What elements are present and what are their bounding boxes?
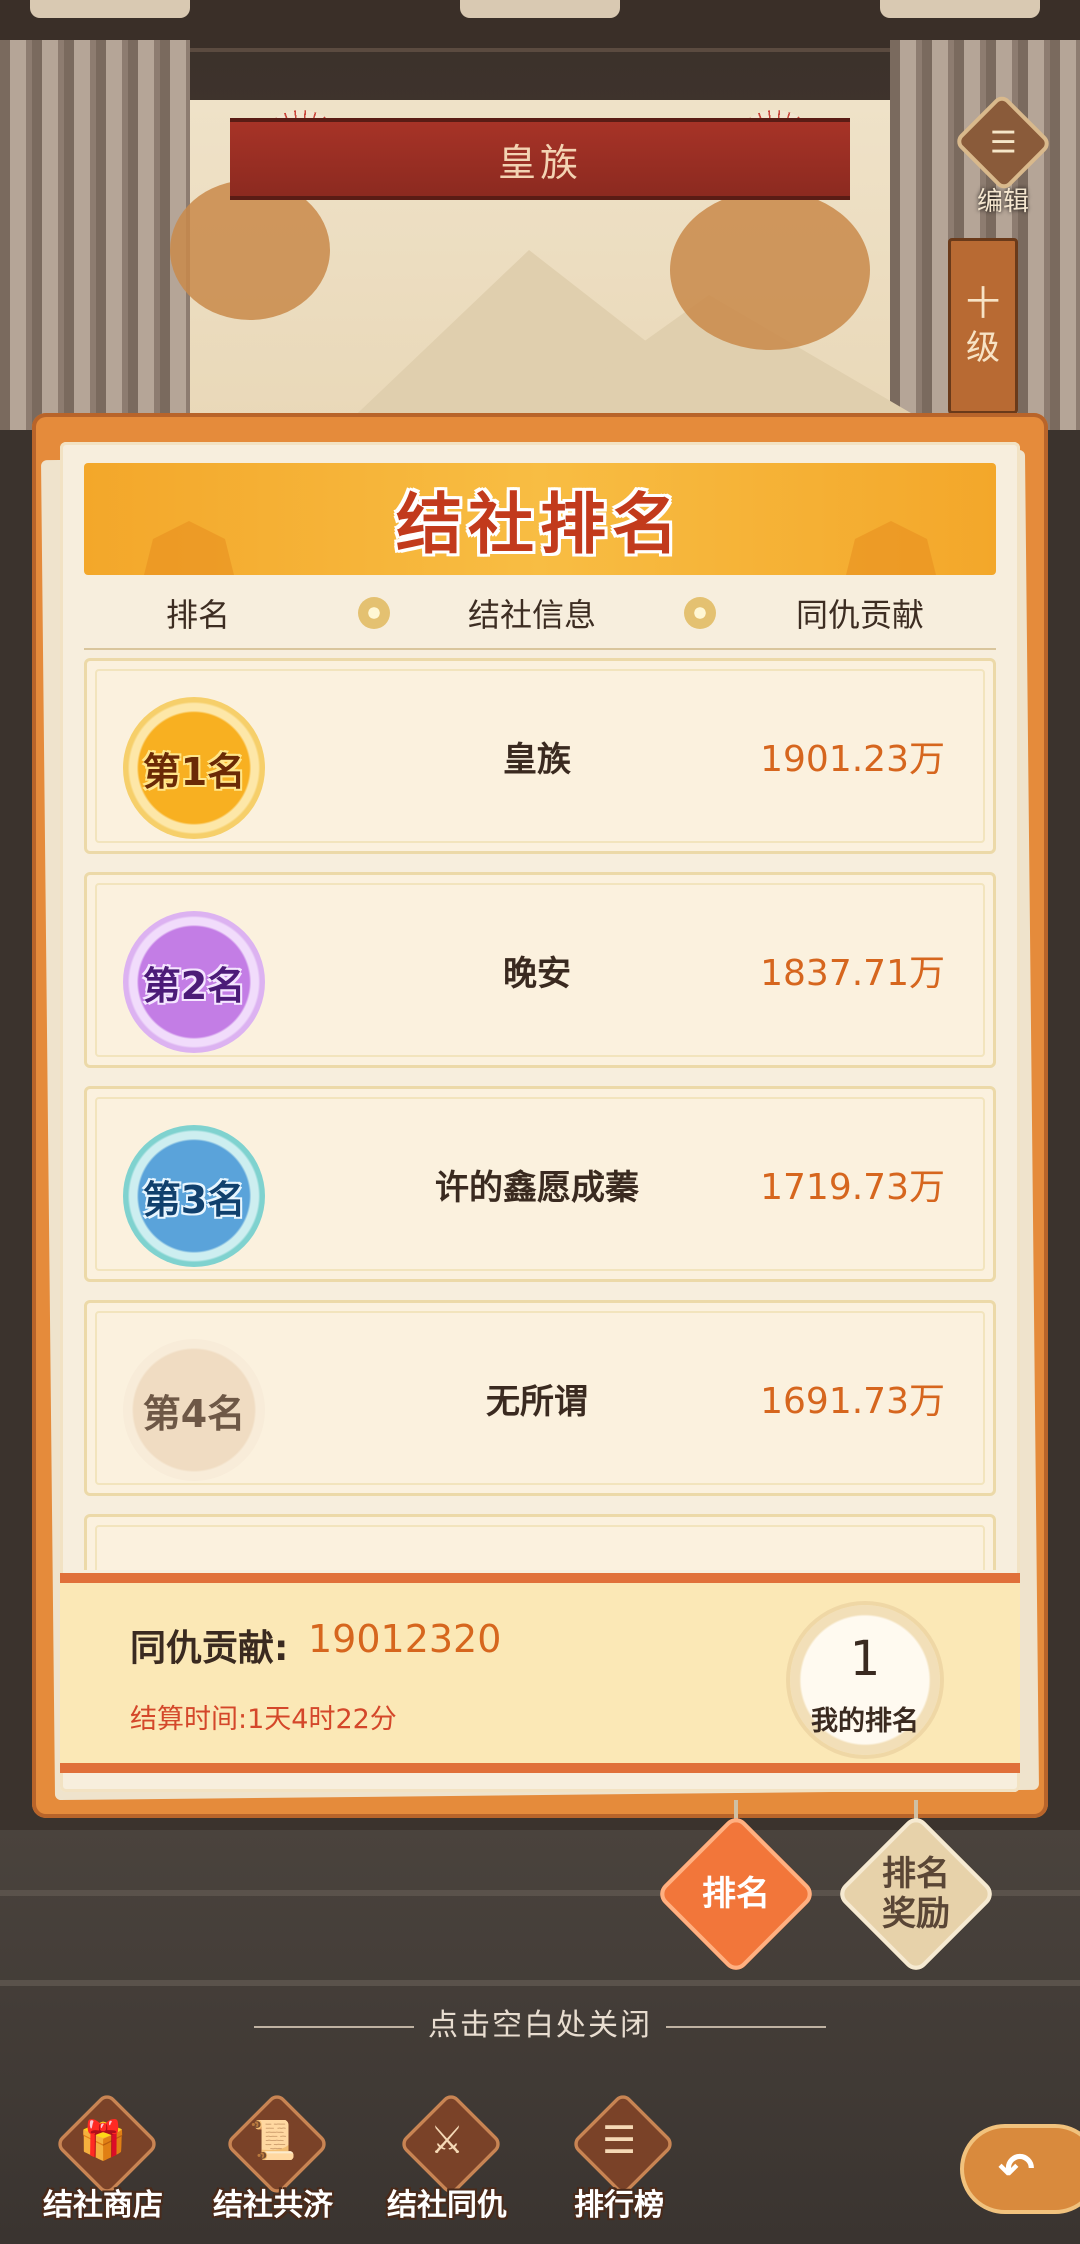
scroll-glyph: 📜 <box>249 2117 297 2162</box>
roof-slot <box>30 0 190 18</box>
pagoda-ornament <box>144 521 234 575</box>
contribution-value: 19012320 <box>308 1617 502 1661</box>
roof-slot <box>460 0 620 18</box>
my-info-bar: 同仇贡献: 19012320 结算时间:1天4时22分 1 我的排名 <box>60 1573 1020 1773</box>
my-rank-value: 1 <box>849 1631 881 1687</box>
guild-name: 许的鑫愿成蓁 <box>435 1167 639 1208</box>
list-icon: ☰ <box>953 92 1053 193</box>
tab-reward-label: 排名 奖励 <box>882 1854 950 1934</box>
contribution-label: 同仇贡献: <box>130 1628 289 1669</box>
rank-label: 第4名 <box>142 1391 246 1436</box>
edit-button[interactable]: ☰ 编辑 <box>953 92 1053 218</box>
flower-icon <box>358 597 390 629</box>
level-char: 十 <box>966 284 1000 324</box>
contribution-score: 1719.73万 <box>760 1167 945 1208</box>
header-divider <box>84 648 996 650</box>
contribution-score: 1691.73万 <box>760 1381 945 1422</box>
column-header: 排名 结社信息 同仇贡献 <box>84 585 996 641</box>
contribution-score: 1901.23万 <box>760 739 945 780</box>
ranking-list[interactable]: 第1名 皇族 1901.23万 第2名 晚安 1837.71万 第3名 许的鑫愿… <box>84 658 996 1570</box>
tab-ranking-label: 排名 <box>702 1874 770 1914</box>
settle-time: 结算时间:1天4时22分 <box>130 1704 397 1735</box>
maple-tree <box>170 180 330 320</box>
gift-glyph: 🎁 <box>79 2117 127 2162</box>
column-contribution: 同仇贡献 <box>796 596 925 634</box>
tab-ranking[interactable]: 排名 <box>654 1812 818 1976</box>
guild-name: 晚安 <box>503 953 571 994</box>
nav-label: 结社同仇 <box>387 2188 507 2223</box>
rank-label: 第3名 <box>142 1177 246 1222</box>
column-rank: 排名 <box>166 596 231 634</box>
my-rank-label: 我的排名 <box>811 1706 919 1737</box>
pagoda-ornament <box>846 521 936 575</box>
guild-name-banner: 皇族 <box>230 118 850 200</box>
level-tag: 十 级 <box>948 238 1018 414</box>
ranking-row-partial[interactable] <box>84 1514 996 1570</box>
roof-slot <box>880 0 1040 18</box>
ranking-row[interactable]: 第3名 许的鑫愿成蓁 1719.73万 <box>84 1086 996 1282</box>
close-hint-text: 点击空白处关闭 <box>428 2008 652 2043</box>
scene-background: 皇族 ☰ 编辑 十 级 <box>0 0 1080 460</box>
floor-plank <box>0 1980 1080 1986</box>
divider-line <box>666 2025 826 2028</box>
back-arrow-icon: ↶ <box>998 2143 1035 2195</box>
nav-guild-shop[interactable]: 🎁 结社商店 <box>18 2091 188 2240</box>
column-guild-info: 结社信息 <box>468 596 597 634</box>
rank-medal-purple: 第2名 <box>123 911 265 1053</box>
contribution-score: 1837.71万 <box>760 953 945 994</box>
guild-name: 皇族 <box>497 140 582 185</box>
guild-name: 无所谓 <box>486 1381 588 1422</box>
rank-medal-plain: 第4名 <box>123 1339 265 1481</box>
nav-leaderboard[interactable]: ☰ 排行榜 <box>534 2091 704 2240</box>
maple-tree <box>670 190 870 350</box>
guild-name: 皇族 <box>503 739 571 780</box>
ranking-row[interactable]: 第4名 无所谓 1691.73万 <box>84 1300 996 1496</box>
flower-icon <box>684 597 716 629</box>
leaderboard-glyph: ☰ <box>601 2118 637 2162</box>
rank-medal-blue: 第3名 <box>123 1125 265 1267</box>
my-rank-badge: 1 我的排名 <box>790 1605 940 1755</box>
nav-label: 结社商店 <box>43 2188 163 2223</box>
swords-glyph: ⚔ <box>429 2118 465 2162</box>
divider-line <box>254 2025 414 2028</box>
nav-guild-mutual-aid[interactable]: 📜 结社共济 <box>188 2091 358 2240</box>
back-button[interactable]: ↶ <box>960 2124 1080 2214</box>
nav-label: 结社共济 <box>213 2188 333 2223</box>
tab-ranking-reward[interactable]: 排名 奖励 <box>834 1812 998 1976</box>
rank-label: 第2名 <box>142 963 246 1008</box>
rank-label: 第1名 <box>142 749 246 794</box>
nav-label: 排行榜 <box>574 2188 664 2223</box>
rank-medal-gold: 第1名 <box>123 697 265 839</box>
close-hint[interactable]: 点击空白处关闭 <box>0 2000 1080 2044</box>
level-char: 级 <box>966 328 1000 368</box>
ranking-row[interactable]: 第1名 皇族 1901.23万 <box>84 658 996 854</box>
title-band: 结社排名 <box>84 463 996 575</box>
left-pillar <box>0 40 190 460</box>
nav-guild-common-enemy[interactable]: ⚔ 结社同仇 <box>362 2091 532 2240</box>
ranking-row[interactable]: 第2名 晚安 1837.71万 <box>84 872 996 1068</box>
panel-title: 结社排名 <box>396 486 684 563</box>
